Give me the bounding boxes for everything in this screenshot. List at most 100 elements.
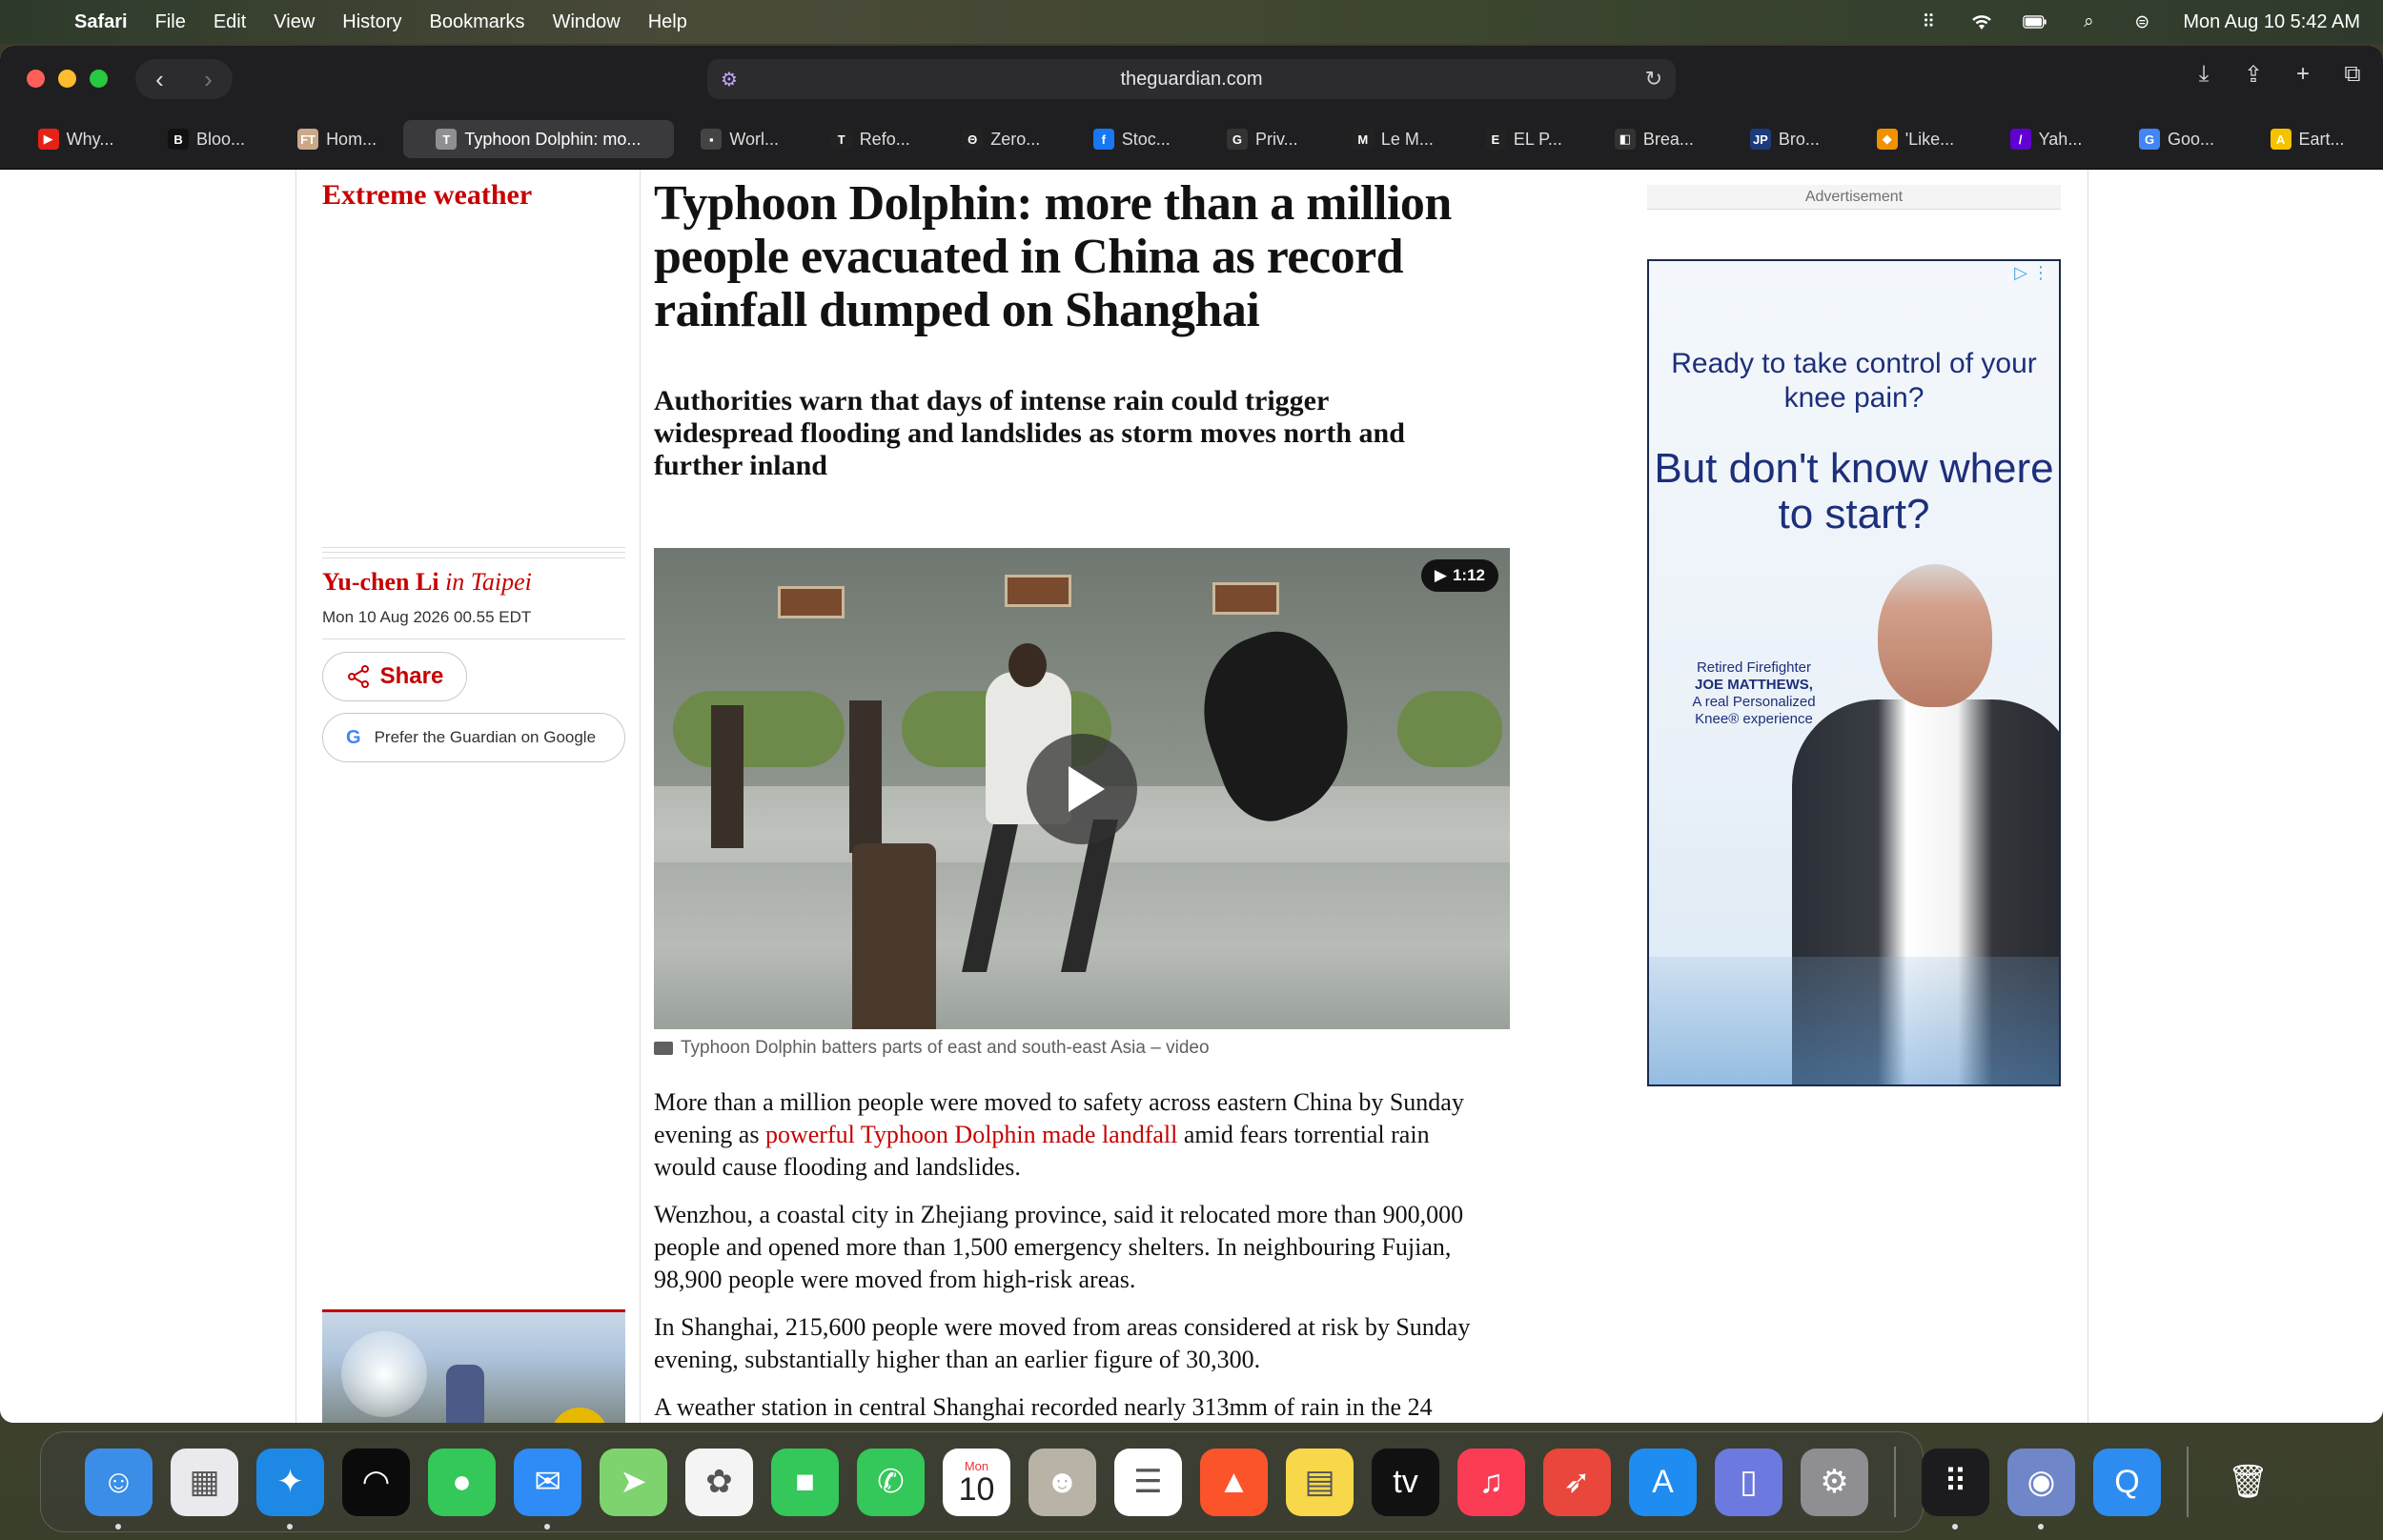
- related-story-thumbnail[interactable]: [322, 1309, 625, 1423]
- new-tab-icon[interactable]: +: [2288, 59, 2318, 90]
- reload-icon[interactable]: ↻: [1645, 67, 1662, 91]
- browser-tab[interactable]: / Yah...: [1982, 120, 2110, 158]
- calendar-icon[interactable]: Mon 10: [943, 1448, 1010, 1516]
- messages-icon[interactable]: ●: [428, 1448, 496, 1516]
- dock-separator: [2187, 1447, 2189, 1517]
- video-duration-badge: ▶ 1:12: [1420, 559, 1498, 592]
- dock-icon-glyph: ➶: [1563, 1464, 1591, 1500]
- contacts-icon[interactable]: ☻: [1029, 1448, 1096, 1516]
- appletv-icon[interactable]: tv: [1372, 1448, 1439, 1516]
- menu-view[interactable]: View: [274, 11, 315, 33]
- simulator-icon[interactable]: ▯: [1715, 1448, 1782, 1516]
- control-center-icon[interactable]: ⊜: [2129, 12, 2154, 32]
- browser-tab[interactable]: Θ Zero...: [937, 120, 1066, 158]
- back-button[interactable]: ‹: [135, 59, 184, 99]
- menu-history[interactable]: History: [342, 11, 401, 33]
- share-button[interactable]: Share: [322, 652, 467, 701]
- ad-testimonial: Retired Firefighter JOE MATTHEWS, A real…: [1678, 659, 1830, 728]
- advertisement-banner[interactable]: ▷ ⋮ Ready to take control of your knee p…: [1647, 259, 2061, 1086]
- app-grid-icon[interactable]: ⠿: [1922, 1448, 1989, 1530]
- menu-edit[interactable]: Edit: [214, 11, 246, 33]
- menu-window[interactable]: Window: [553, 11, 621, 33]
- tab-bar: ▶ Why... B Bloo... FT Hom... T Typhoon Dolphin:…: [11, 120, 2372, 160]
- play-button[interactable]: [1027, 734, 1137, 844]
- video-player[interactable]: ▶ 1:12: [654, 548, 1510, 1029]
- phone-icon[interactable]: ✆: [857, 1448, 925, 1516]
- browser-tab[interactable]: A Eart...: [2243, 120, 2372, 158]
- spotlight-search-icon[interactable]: ⌕: [2076, 11, 2101, 31]
- podcast-app-icon[interactable]: ◠: [342, 1448, 410, 1516]
- notes-icon[interactable]: ▤: [1286, 1448, 1354, 1516]
- menu-app-safari[interactable]: Safari: [74, 11, 128, 33]
- article-paragraph: A weather station in central Shanghai re…: [654, 1393, 1433, 1421]
- browser-tab[interactable]: ▶ Why...: [11, 120, 140, 158]
- dock-icon-glyph: ■: [795, 1463, 815, 1500]
- photos-icon[interactable]: ✿: [685, 1448, 753, 1516]
- disk-utility-icon[interactable]: ◉: [2007, 1448, 2075, 1530]
- trash-icon[interactable]: 🗑: [2214, 1449, 2282, 1516]
- browser-tab[interactable]: JP Bro...: [1721, 120, 1849, 158]
- close-window-button[interactable]: [27, 70, 45, 88]
- menu-file[interactable]: File: [155, 11, 186, 33]
- finder-icon[interactable]: ☺: [85, 1448, 153, 1530]
- tab-overview-icon[interactable]: ⧉: [2337, 59, 2368, 90]
- site-settings-icon[interactable]: ⚙: [721, 68, 743, 91]
- browser-tab[interactable]: f Stoc...: [1068, 120, 1196, 158]
- downloads-icon[interactable]: ⤓: [2189, 59, 2219, 90]
- brave-icon[interactable]: ▲: [1200, 1448, 1268, 1516]
- browser-tab[interactable]: E EL P...: [1459, 120, 1588, 158]
- share-icon[interactable]: ⇪: [2238, 59, 2269, 90]
- ad-testimonial-title: Retired Firefighter: [1696, 659, 1812, 676]
- prefer-guardian-google-button[interactable]: G Prefer the Guardian on Google: [322, 713, 625, 762]
- browser-tab[interactable]: T Typhoon Dolphin: mo...: [403, 120, 674, 158]
- reminders-icon[interactable]: ☰: [1114, 1448, 1182, 1516]
- browser-tab[interactable]: ◆ 'Like...: [1851, 120, 1980, 158]
- quicktime-icon[interactable]: Q: [2093, 1448, 2161, 1516]
- rocket-app-icon[interactable]: ➶: [1543, 1448, 1611, 1516]
- dots-grid-icon[interactable]: ⠿: [1916, 12, 1941, 32]
- tab-label: Yah...: [2038, 129, 2083, 149]
- browser-tab[interactable]: ▪ Worl...: [676, 120, 805, 158]
- menu-bar-clock[interactable]: Mon Aug 10 5:42 AM: [2183, 11, 2360, 33]
- tab-label: Eart...: [2298, 129, 2345, 149]
- tab-label: Priv...: [1254, 129, 1298, 149]
- browser-tab[interactable]: ◧ Brea...: [1590, 120, 1719, 158]
- wifi-icon[interactable]: [1969, 12, 1994, 31]
- typhoon-landfall-link[interactable]: powerful Typhoon Dolphin made landfall: [765, 1121, 1177, 1148]
- window-controls: [27, 70, 108, 88]
- system-settings-icon[interactable]: ⚙: [1801, 1448, 1868, 1516]
- adchoices-icon[interactable]: ▷ ⋮: [2014, 263, 2049, 283]
- zoom-window-button[interactable]: [90, 70, 108, 88]
- browser-tab[interactable]: B Bloo...: [142, 120, 271, 158]
- app-store-icon[interactable]: A: [1629, 1448, 1697, 1516]
- address-bar[interactable]: ⚙ theguardian.com ↻: [707, 59, 1676, 99]
- thumbnail-child: [446, 1365, 484, 1423]
- battery-icon[interactable]: [2023, 12, 2047, 31]
- tab-label: EL P...: [1513, 129, 1562, 149]
- play-small-icon: ▶: [1434, 566, 1447, 584]
- browser-tab[interactable]: T Refo...: [806, 120, 935, 158]
- guardian-icon: T: [436, 129, 458, 150]
- column-divider: [295, 170, 296, 1423]
- running-indicator: [544, 1523, 550, 1530]
- facetime-icon[interactable]: ■: [771, 1448, 839, 1516]
- date-divider: [322, 638, 625, 639]
- browser-tab[interactable]: G Priv...: [1198, 120, 1327, 158]
- mail-icon[interactable]: ✉: [514, 1448, 581, 1530]
- dock-icon-glyph: ◠: [361, 1464, 391, 1500]
- music-icon[interactable]: ♫: [1457, 1448, 1525, 1516]
- safari-icon[interactable]: ✦: [256, 1448, 324, 1530]
- forward-button[interactable]: ›: [184, 59, 233, 99]
- browser-tab[interactable]: FT Hom...: [273, 120, 401, 158]
- launchpad-icon[interactable]: ▦: [171, 1448, 238, 1516]
- dock-icon-glyph: ▲: [1217, 1463, 1251, 1500]
- maps-icon[interactable]: ➤: [600, 1448, 667, 1516]
- jpost-icon: JP: [1749, 129, 1771, 150]
- author-name[interactable]: Yu-chen Li: [322, 568, 439, 596]
- browser-tab[interactable]: G Goo...: [2112, 120, 2241, 158]
- section-label[interactable]: Extreme weather: [322, 179, 532, 212]
- browser-tab[interactable]: M Le M...: [1329, 120, 1457, 158]
- menu-help[interactable]: Help: [648, 11, 687, 33]
- menu-bookmarks[interactable]: Bookmarks: [430, 11, 525, 33]
- minimize-window-button[interactable]: [58, 70, 76, 88]
